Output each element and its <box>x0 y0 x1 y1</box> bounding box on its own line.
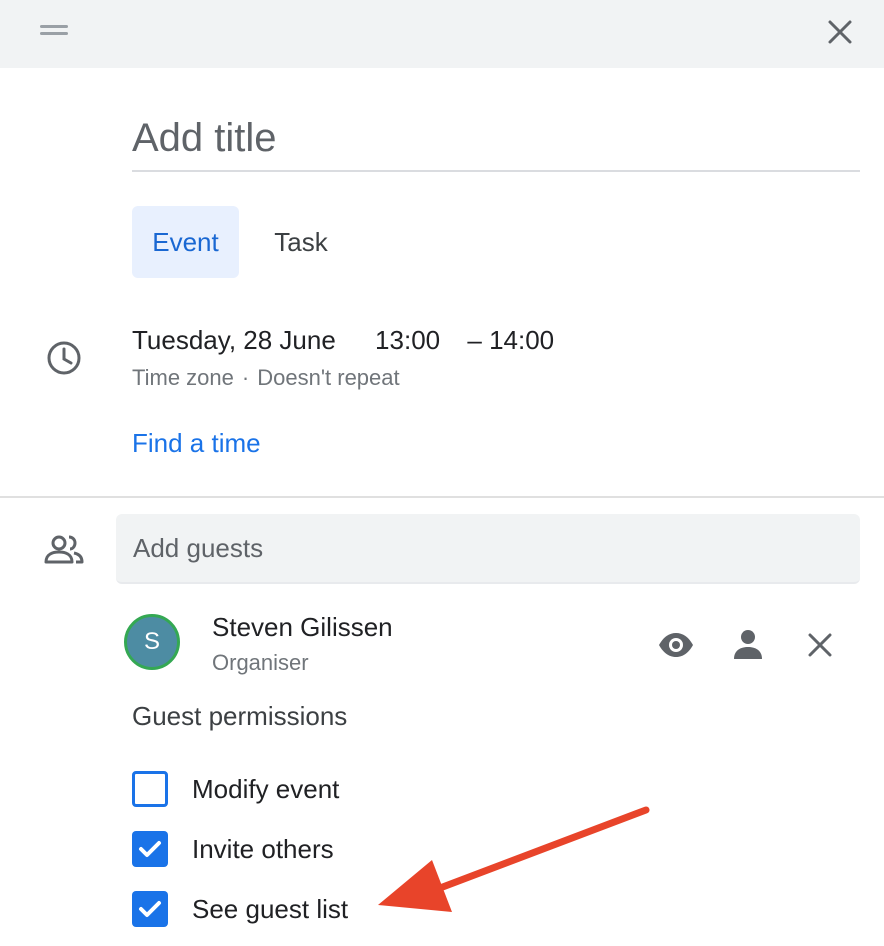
repeat-dropdown[interactable]: Doesn't repeat <box>257 365 399 390</box>
clock-icon <box>47 341 81 375</box>
find-a-time-link[interactable]: Find a time <box>132 428 261 459</box>
event-date[interactable]: Tuesday, 28 June <box>132 325 336 355</box>
guest-permissions-heading: Guest permissions <box>132 701 348 731</box>
permission-see-guest-list[interactable]: See guest list <box>132 889 348 929</box>
permission-invite-others[interactable]: Invite others <box>132 829 334 869</box>
people-icon <box>44 535 84 564</box>
close-icon <box>808 633 832 657</box>
close-icon <box>828 20 852 44</box>
checkbox-checked[interactable] <box>132 891 168 927</box>
tab-task-label: Task <box>274 226 328 257</box>
time-dash: – <box>467 325 482 355</box>
divider <box>0 496 884 498</box>
close-dialog-button[interactable] <box>820 12 860 52</box>
checkbox-checked[interactable] <box>132 831 168 867</box>
dialog-header <box>0 0 884 68</box>
avatar-initial: S <box>143 628 160 655</box>
permission-label: Invite others <box>192 833 334 864</box>
separator-dot: · <box>241 365 250 390</box>
start-time[interactable]: 13:00 <box>375 325 440 355</box>
checkbox-unchecked[interactable] <box>132 771 168 807</box>
guest-optional-button[interactable] <box>728 625 768 665</box>
guest-name: Steven Gilissen <box>212 612 393 642</box>
view-guest-button[interactable] <box>656 625 696 665</box>
tab-event-label: Event <box>152 226 219 257</box>
title-field-container <box>132 110 860 172</box>
title-input[interactable] <box>132 110 860 161</box>
guest-role: Organiser <box>212 650 309 675</box>
time-options: Time zone · Doesn't repeat <box>132 365 400 391</box>
checkmark-icon <box>139 841 161 857</box>
checkmark-icon <box>139 901 161 917</box>
eye-icon <box>659 633 693 657</box>
time-zone-link[interactable]: Time zone <box>132 365 234 390</box>
annotation-arrow-icon <box>378 806 650 912</box>
remove-guest-button[interactable] <box>800 625 840 665</box>
tab-task[interactable]: Task <box>254 206 348 278</box>
drag-handle-icon[interactable] <box>40 25 68 37</box>
add-guests-input[interactable] <box>116 514 860 582</box>
person-icon <box>734 630 762 659</box>
permission-label: See guest list <box>192 893 349 924</box>
add-guests-field <box>116 514 860 584</box>
tab-event[interactable]: Event <box>132 206 239 278</box>
permission-modify-event[interactable]: Modify event <box>132 769 339 809</box>
end-time[interactable]: 14:00 <box>489 325 554 355</box>
avatar: S <box>124 614 180 670</box>
permission-label: Modify event <box>192 773 340 804</box>
date-time-row: Tuesday, 28 June 13:00 – 14:00 <box>132 325 554 356</box>
